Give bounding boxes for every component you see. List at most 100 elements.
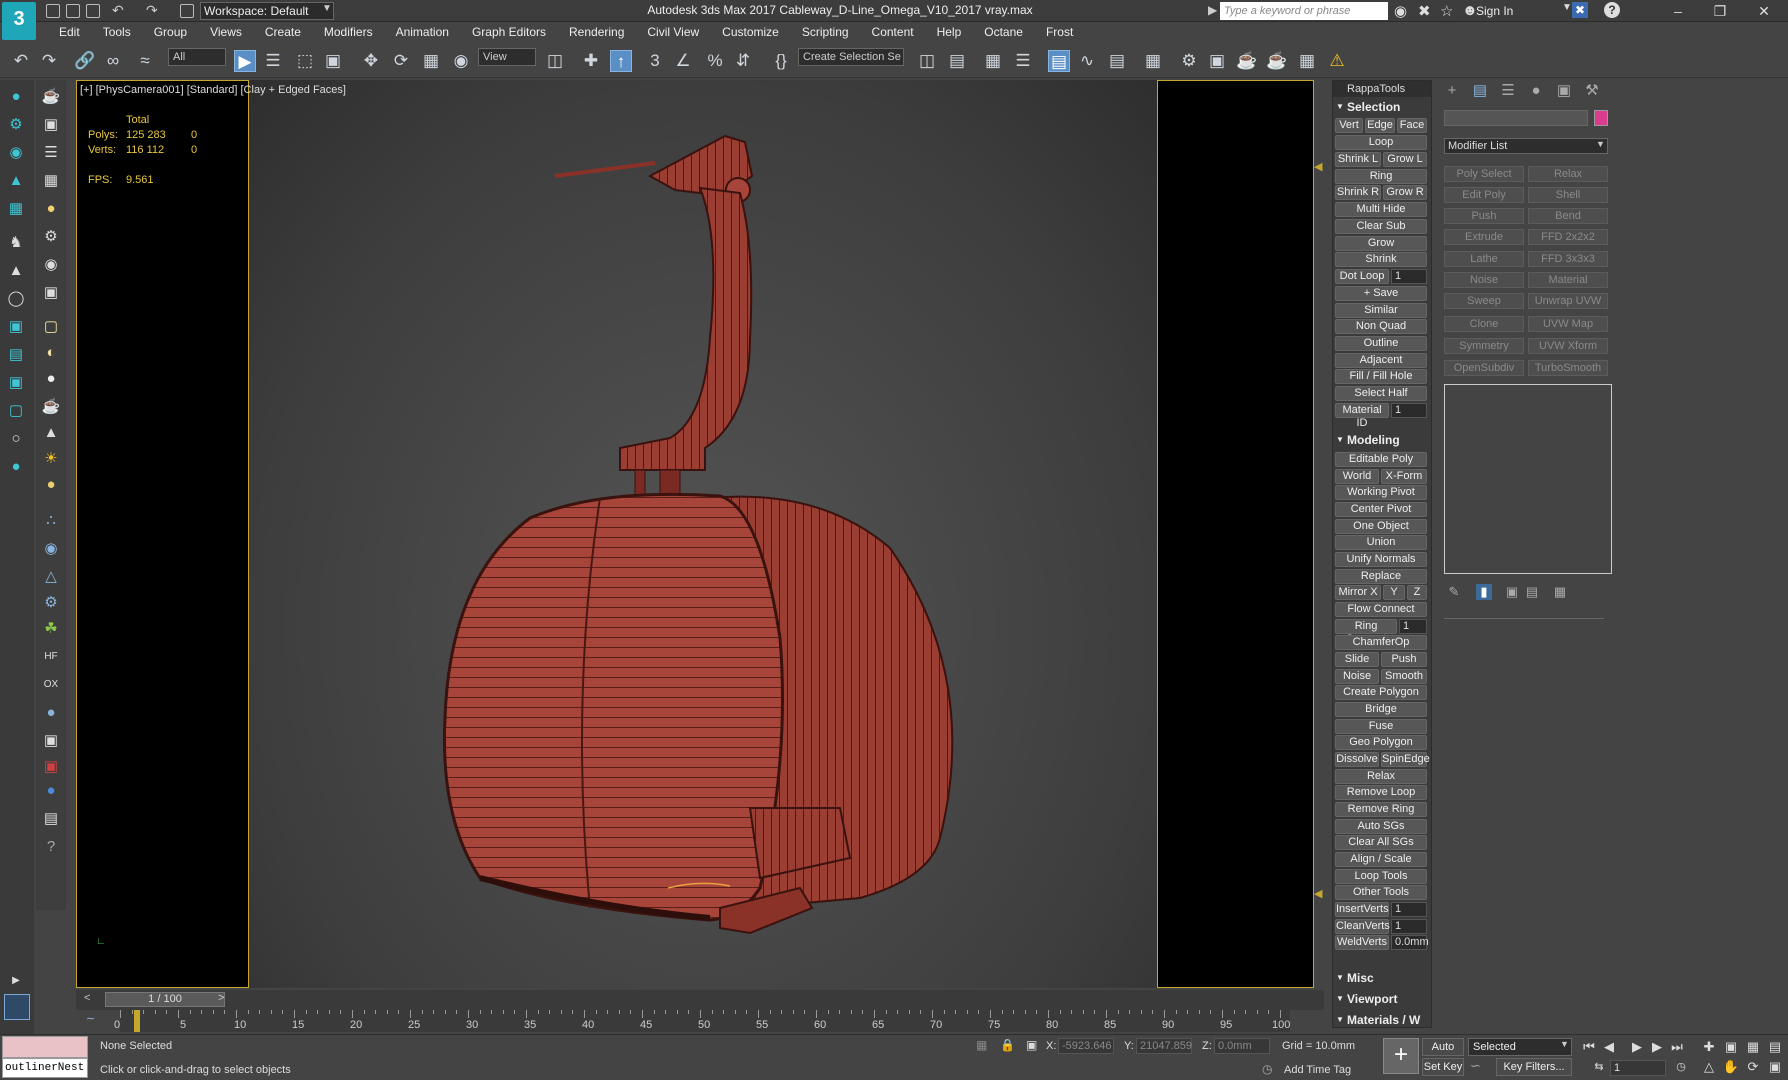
dot-loop-button[interactable]: Dot Loop (1335, 269, 1389, 284)
xform-button[interactable]: X-Form (1381, 469, 1427, 484)
schematic-view-icon[interactable]: ▤ (1106, 50, 1128, 72)
lathe-button[interactable]: Lathe (1444, 251, 1524, 267)
redo-small-icon[interactable]: ↷ (146, 2, 158, 19)
spinner-snap-icon[interactable]: ⇵ (732, 50, 754, 72)
ring-connect-spinner[interactable]: 1 (1399, 619, 1427, 634)
relax-mod-button[interactable]: Relax (1528, 166, 1608, 182)
clear-sub-button[interactable]: Clear Sub (1335, 219, 1427, 234)
mirror-z-button[interactable]: Z (1407, 585, 1427, 600)
uvw-xform-button[interactable]: UVW Xform (1528, 338, 1608, 354)
blue-sphere-icon[interactable]: ● (40, 702, 62, 724)
new-file-icon[interactable] (46, 4, 60, 18)
grow-ring-button[interactable]: Grow R (1383, 185, 1427, 200)
angle-snap-icon[interactable]: ∠ (672, 50, 694, 72)
grid-tool-icon[interactable]: ▦ (5, 198, 27, 220)
key-filters-button[interactable]: Key Filters... (1496, 1058, 1572, 1076)
menu-frost[interactable]: Frost (1023, 22, 1073, 42)
extrude-button[interactable]: Extrude (1444, 229, 1524, 245)
selection-rollout-header[interactable]: Selection (1335, 99, 1431, 115)
push-mod-button[interactable]: Push (1444, 208, 1524, 224)
next-frame-icon[interactable]: ▶ (1648, 1038, 1666, 1056)
time-slider-knob[interactable]: 1 / 100 (105, 992, 225, 1007)
remove-loop-button[interactable]: Remove Loop (1335, 785, 1427, 800)
save-file-icon[interactable] (86, 4, 100, 18)
modify-tab-icon[interactable]: ▤ (1466, 80, 1494, 102)
clear-all-sgs-button[interactable]: Clear All SGs (1335, 835, 1427, 850)
menu-customize[interactable]: Customize (699, 22, 779, 42)
set-key-big-icon[interactable]: + (1383, 1038, 1419, 1074)
create-tab-icon[interactable]: + (1438, 80, 1466, 102)
camera-tool-icon[interactable]: ▣ (5, 372, 27, 394)
warning-icon[interactable]: ⚠ (1326, 50, 1348, 72)
render-setup-icon[interactable]: ⚙ (1178, 50, 1200, 72)
playhead-marker[interactable] (134, 1010, 140, 1032)
minimize-icon[interactable]: – (1660, 2, 1696, 20)
question-icon[interactable]: ? (40, 836, 62, 858)
menu-modifiers[interactable]: Modifiers (301, 22, 373, 42)
center-pivot-button[interactable]: Center Pivot (1335, 502, 1427, 517)
light-bulb-icon[interactable]: ● (5, 86, 27, 108)
weldverts-spinner[interactable]: 0.0mm (1391, 935, 1429, 950)
clone-button[interactable]: Clone (1444, 316, 1524, 332)
working-pivot-button[interactable]: Working Pivot (1335, 485, 1427, 500)
zoom-extents-all-icon[interactable]: ▤ (1766, 1038, 1784, 1056)
dot-loop-spinner[interactable]: 1 (1391, 269, 1427, 284)
world-button[interactable]: World (1335, 469, 1379, 484)
time-tag-icon[interactable]: ◷ (1262, 1062, 1272, 1076)
disk-light-icon[interactable]: ● (40, 474, 62, 496)
non-quad-button[interactable]: Non Quad (1335, 319, 1427, 334)
move-icon[interactable]: ✥ (360, 50, 382, 72)
material-editor-icon[interactable]: ▦ (1142, 50, 1164, 72)
grow-loop-button[interactable]: Grow L (1383, 152, 1427, 167)
project-folder-icon[interactable] (180, 4, 194, 18)
pan-view-icon[interactable]: ✋ (1722, 1058, 1740, 1076)
table-icon[interactable]: ▦ (40, 170, 62, 192)
pot-icon[interactable]: ☕ (40, 396, 62, 418)
pyramid-icon[interactable]: △ (40, 566, 62, 588)
restore-icon[interactable]: ❐ (1702, 2, 1738, 20)
sun-icon[interactable]: ☀ (40, 448, 62, 470)
menu-graph-editors[interactable]: Graph Editors (449, 22, 546, 42)
gear-icon[interactable]: ⚙ (40, 592, 62, 614)
workspace-arrow-icon[interactable]: ▼ (322, 3, 332, 14)
ring-tool-icon[interactable]: ◯ (5, 288, 27, 310)
modifier-stack-list[interactable] (1444, 384, 1612, 574)
field-of-view-icon[interactable]: △ (1700, 1058, 1718, 1076)
rappatools-title[interactable]: RappaTools (1333, 81, 1431, 97)
mini-curve-editor-icon[interactable]: ∼ (86, 1012, 95, 1025)
expand-strip-icon[interactable]: ▶ (5, 970, 27, 992)
menu-edit[interactable]: Edit (36, 22, 80, 42)
loop-tools-button[interactable]: Loop Tools (1335, 869, 1427, 884)
mirror-icon[interactable]: ◫ (916, 50, 938, 72)
insertverts-spinner[interactable]: 1 (1391, 902, 1427, 917)
cone-icon[interactable]: ▲ (40, 422, 62, 444)
shrink-ring-button[interactable]: Shrink R (1335, 185, 1381, 200)
cube-tool-icon[interactable]: ▣ (5, 316, 27, 338)
hair-fur-icon[interactable]: HF (40, 646, 62, 668)
display-tab-icon[interactable]: ▣ (1550, 80, 1578, 102)
materials-rollout-header[interactable]: Materials / W (1335, 1012, 1431, 1028)
replace-button[interactable]: Replace (1335, 569, 1427, 584)
shrink-loop-button[interactable]: Shrink L (1335, 152, 1381, 167)
rect-selection-region-icon[interactable]: ⬚ (294, 50, 316, 72)
undo-small-icon[interactable]: ↶ (112, 2, 124, 19)
ffd-3x3x3-button[interactable]: FFD 3x3x3 (1528, 251, 1608, 267)
menu-views[interactable]: Views (187, 22, 242, 42)
utilities-tab-icon[interactable]: ⚒ (1578, 80, 1606, 102)
geo-polygon-button[interactable]: Geo Polygon (1335, 735, 1427, 750)
key-mode-toggle-icon[interactable]: ⇆ (1590, 1058, 1608, 1076)
document-icon[interactable]: ▤ (40, 808, 62, 830)
play-icon[interactable]: ▶ (1628, 1038, 1646, 1056)
select-by-name-icon[interactable]: ☰ (262, 50, 284, 72)
bridge-button[interactable]: Bridge (1335, 702, 1427, 717)
hierarchy-tab-icon[interactable]: ☰ (1494, 80, 1522, 102)
select-half-button[interactable]: Select Half (1335, 386, 1427, 401)
render-element-icon[interactable]: ▣ (40, 730, 62, 752)
set-key-button[interactable]: Set Key (1422, 1058, 1464, 1076)
ffd-2x2x2-button[interactable]: FFD 2x2x2 (1528, 229, 1608, 245)
figure-tool-icon[interactable]: ♞ (5, 232, 27, 254)
selection-filter-dropdown[interactable]: All (168, 48, 226, 66)
opensubdiv-button[interactable]: OpenSubdiv (1444, 360, 1524, 376)
grow-button[interactable]: Grow (1335, 236, 1427, 251)
weldverts-button[interactable]: WeldVerts (1335, 935, 1389, 950)
